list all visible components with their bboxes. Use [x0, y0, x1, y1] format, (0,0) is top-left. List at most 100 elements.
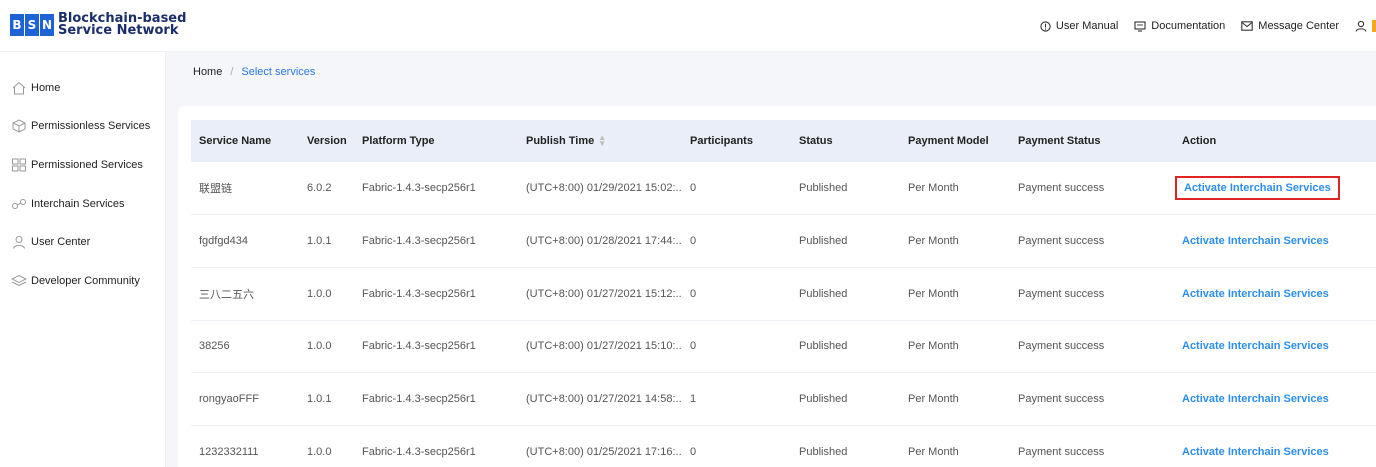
payment-model-cell: Per Month [908, 393, 959, 406]
table-row: fgdfgd434 1.0.1 Fabric-1.4.3-secp256r1 (UTC… [191, 215, 1376, 268]
service-name-cell: rongyaoFFF [199, 393, 259, 406]
user-menu[interactable] [1355, 20, 1376, 32]
table-row: 38256 1.0.0 Fabric-1.4.3-secp256r1 (UTC+8:0… [191, 320, 1376, 373]
services-table: Service Name Version Platform Type Publi… [191, 120, 1376, 467]
mail-icon [1241, 21, 1254, 31]
logo-letter: B [10, 14, 24, 36]
payment-model-cell: Per Month [908, 235, 959, 248]
payment-model-cell: Per Month [908, 182, 959, 195]
service-name-cell: fgdfgd434 [199, 235, 248, 248]
activate-interchain-services-link[interactable]: Activate Interchain Services [1175, 442, 1336, 462]
version-cell: 1.0.1 [307, 235, 332, 248]
table-header-row: Service Name Version Platform Type Publi… [191, 120, 1376, 162]
logo-letter: S [25, 14, 39, 36]
payment-status-cell: Payment success [1018, 340, 1105, 353]
payment-status-cell: Payment success [1018, 287, 1105, 300]
version-cell: 1.0.0 [307, 287, 332, 300]
sidebar: Home Permissionless Services Permissione… [0, 52, 166, 467]
breadcrumb: Home / Select services [193, 66, 315, 78]
breadcrumb-current: Select services [241, 66, 316, 78]
documentation-link[interactable]: Documentation [1134, 20, 1225, 32]
column-header-version: Version [307, 135, 347, 147]
participants-cell: 0 [690, 287, 697, 300]
table-row: 联盟链 6.0.2 Fabric-1.4.3-secp256r1 (UTC+8:00)… [191, 162, 1376, 215]
version-cell: 1.0.0 [307, 445, 332, 458]
payment-status-cell: Payment success [1018, 235, 1105, 248]
sort-icon[interactable]: ▲ ▼ [598, 134, 606, 148]
publish-time-cell: (UTC+8:00) 01/28/2021 17:44:... [526, 235, 682, 248]
payment-status-cell: Payment success [1018, 393, 1105, 406]
payment-status-cell: Payment success [1018, 445, 1105, 458]
publish-time-cell: (UTC+8:00) 01/29/2021 15:02:... [526, 182, 682, 195]
publish-time-cell: (UTC+8:00) 01/25/2021 17:16:... [526, 445, 682, 458]
sidebar-item-label: Permissioned Services [31, 159, 143, 171]
sidebar-item-interchain[interactable]: Interchain Services [11, 197, 125, 211]
layers-icon [11, 274, 27, 287]
message-center-label: Message Center [1258, 20, 1339, 32]
breadcrumb-separator: / [230, 66, 234, 78]
activate-interchain-services-link[interactable]: Activate Interchain Services [1175, 231, 1336, 251]
column-header-platform-type: Platform Type [362, 135, 435, 147]
column-header-status: Status [799, 135, 833, 147]
services-card: Service Name Version Platform Type Publi… [178, 106, 1376, 467]
action-cell: Activate Interchain Services [1174, 373, 1376, 426]
participants-cell: 0 [690, 182, 697, 195]
logo-line-2: Service Network [58, 23, 179, 38]
sidebar-item-label: User Center [31, 236, 91, 248]
sidebar-item-label: Interchain Services [31, 198, 125, 210]
logo-letter: N [40, 14, 54, 36]
publish-time-cell: (UTC+8:00) 01/27/2021 15:10:... [526, 340, 682, 353]
status-cell: Published [799, 235, 848, 248]
platform-cell: Fabric-1.4.3-secp256r1 [362, 235, 476, 248]
sidebar-item-permissioned[interactable]: Permissioned Services [11, 158, 143, 172]
column-header-payment-model: Payment Model [908, 135, 989, 147]
breadcrumb-home[interactable]: Home [193, 66, 222, 78]
action-cell: Activate Interchain Services [1174, 425, 1376, 467]
status-cell: Published [799, 340, 848, 353]
message-center-link[interactable]: Message Center [1241, 20, 1339, 32]
action-cell: Activate Interchain Services [1174, 320, 1376, 373]
version-cell: 6.0.2 [307, 182, 332, 195]
activate-interchain-services-link[interactable]: Activate Interchain Services [1175, 389, 1336, 409]
status-cell: Published [799, 445, 848, 458]
service-name-cell: 38256 [199, 340, 230, 353]
version-cell: 1.0.1 [307, 393, 332, 406]
user-icon [13, 236, 25, 249]
sidebar-item-home[interactable]: Home [11, 81, 60, 95]
documentation-label: Documentation [1151, 20, 1226, 32]
logo-letters: B S N [10, 14, 55, 36]
status-cell: Published [799, 393, 848, 406]
service-name-cell: 1232332111 [199, 445, 259, 458]
platform-cell: Fabric-1.4.3-secp256r1 [362, 287, 476, 300]
sidebar-item-developer-community[interactable]: Developer Community [11, 274, 140, 288]
participants-cell: 1 [690, 393, 697, 406]
monitor-icon [1134, 20, 1146, 32]
platform-cell: Fabric-1.4.3-secp256r1 [362, 445, 476, 458]
column-header-service-name: Service Name [199, 135, 272, 147]
column-header-action: Action [1182, 135, 1217, 147]
activate-interchain-services-link[interactable]: Activate Interchain Services [1175, 336, 1336, 356]
action-cell: Activate Interchain Services [1174, 215, 1376, 268]
activate-interchain-services-link[interactable]: Activate Interchain Services [1175, 176, 1340, 201]
publish-time-cell: (UTC+8:00) 01/27/2021 14:58:... [526, 393, 682, 406]
logo-text: Blockchain-based Service Network [58, 12, 186, 38]
sidebar-item-permissionless[interactable]: Permissionless Services [11, 119, 150, 133]
bsn-logo[interactable]: B S N Blockchain-based Service Network [10, 12, 186, 38]
activate-interchain-services-link[interactable]: Activate Interchain Services [1175, 284, 1336, 304]
table-row: rongyaoFFF 1.0.1 Fabric-1.4.3-secp256r1 (UT… [191, 373, 1376, 426]
status-cell: Published [799, 287, 848, 300]
table-row: 1232332111 1.0.0 Fabric-1.4.3-secp256r1 (UT… [191, 425, 1376, 467]
user-manual-label: User Manual [1055, 20, 1119, 32]
sidebar-item-label: Permissionless Services [31, 120, 151, 132]
grid-icon [12, 158, 26, 172]
publish-time-cell: (UTC+8:00) 01/27/2021 15:12:... [526, 287, 682, 300]
service-name-cell: 三八二五六 [199, 288, 254, 301]
info-circle-icon [1040, 20, 1051, 32]
service-name-cell: 联盟链 [199, 183, 232, 196]
platform-cell: Fabric-1.4.3-secp256r1 [362, 182, 476, 195]
column-header-publish-time[interactable]: Publish Time ▲ ▼ [518, 120, 682, 162]
status-cell: Published [799, 182, 848, 195]
sidebar-item-user-center[interactable]: User Center [11, 235, 90, 249]
main-content: Home / Select services Service Name Vers… [166, 52, 1376, 467]
user-manual-link[interactable]: User Manual [1040, 20, 1118, 32]
